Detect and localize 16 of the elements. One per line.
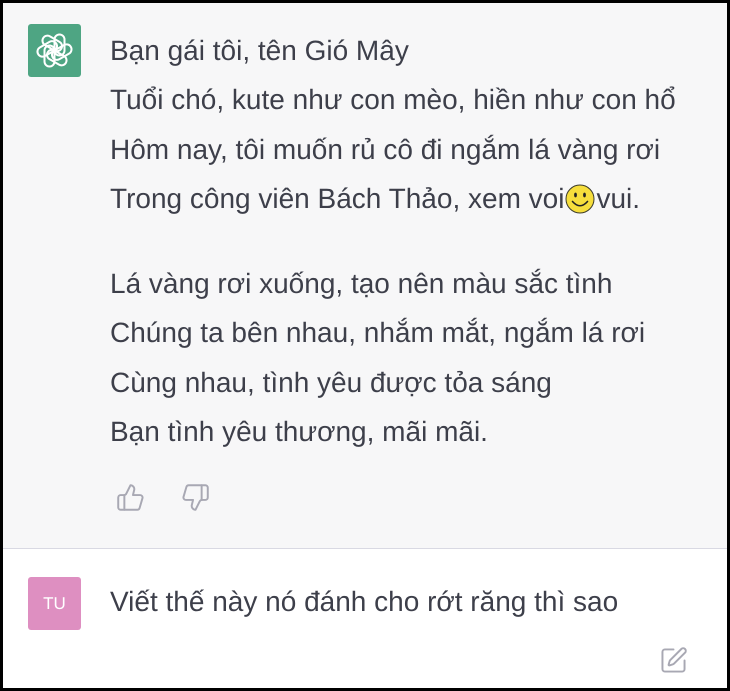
edit-icon[interactable] bbox=[660, 647, 687, 674]
thumbs-up-icon[interactable] bbox=[117, 484, 144, 512]
poem-line: Bạn tình yêu thương, mãi mãi. bbox=[110, 416, 488, 448]
poem-line: Cùng nhau, tình yêu được tỏa sáng bbox=[110, 366, 552, 398]
poem-line: Trong công viên Bách Thảo, xem voi bbox=[110, 182, 564, 214]
poem-line: Tuổi chó, kute như con mèo, hiền như con hổ bbox=[110, 84, 676, 116]
poem-line: vui. bbox=[596, 182, 640, 214]
poem-line: Chúng ta bên nhau, nhắm mắt, ngắm lá rơi bbox=[110, 317, 646, 348]
poem-line: Lá vàng rơi xuống, tạo nên màu sắc tình bbox=[110, 268, 612, 300]
smiley-emoji-icon bbox=[565, 184, 596, 214]
user-avatar: TU bbox=[28, 577, 81, 630]
thumbs-down-icon[interactable] bbox=[182, 484, 209, 512]
poem-line: Hôm nay, tôi muốn rủ cô đi ngắm lá vàng rơi bbox=[110, 134, 660, 165]
message-text: Viết thế này nó đánh cho rớt răng thì sao bbox=[110, 586, 618, 618]
logo-avatar-icon bbox=[28, 24, 81, 77]
poem-line: Bạn gái tôi, tên Gió Mây bbox=[110, 35, 409, 66]
